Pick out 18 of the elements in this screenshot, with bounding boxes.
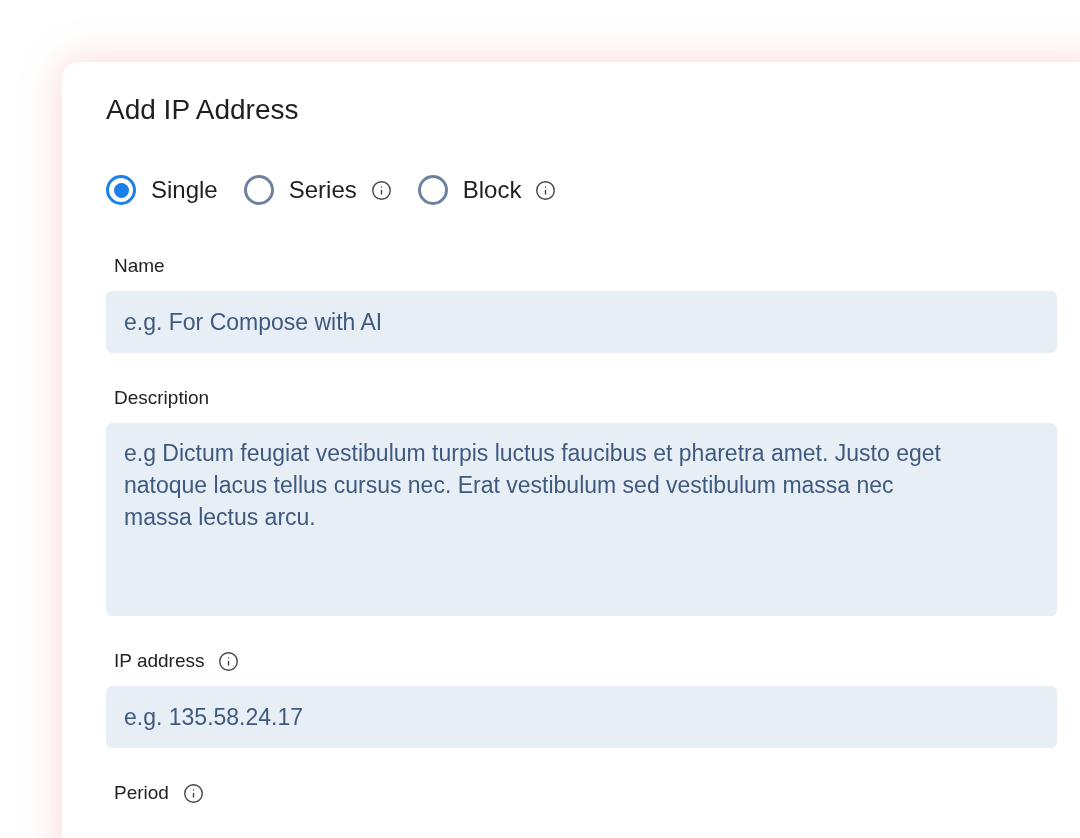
radio-button[interactable]	[243, 175, 274, 205]
info-icon[interactable]	[182, 782, 204, 804]
radio-option[interactable]: Series	[243, 172, 357, 208]
radio-button[interactable]	[417, 175, 448, 205]
radio-button[interactable]	[106, 175, 136, 205]
radio-option[interactable]: Block	[417, 172, 522, 208]
info-icon[interactable]	[218, 650, 240, 672]
text-field[interactable]: e.g. For Compose with AI	[106, 291, 1057, 353]
field-label: Name	[114, 253, 165, 278]
info-icon[interactable]	[370, 179, 392, 201]
info-icon[interactable]	[535, 179, 557, 201]
radio-option[interactable]: Single	[106, 172, 218, 208]
field-label: Period	[114, 780, 169, 805]
field-label: Description	[114, 385, 210, 410]
dialog-title: Add IP Address	[106, 93, 300, 127]
description-field[interactable]: e.g Dictum feugiat vestibulum turpis luctus faucibus et pharetra amet. Justo eget natoque lacus tellus cursus nec. Erat vestibulum sed vestibulum massa nec massa lectus arcu.	[106, 423, 1057, 616]
text-field[interactable]: e.g. 135.58.24.17	[106, 686, 1057, 748]
field-label: IP address	[114, 648, 205, 673]
